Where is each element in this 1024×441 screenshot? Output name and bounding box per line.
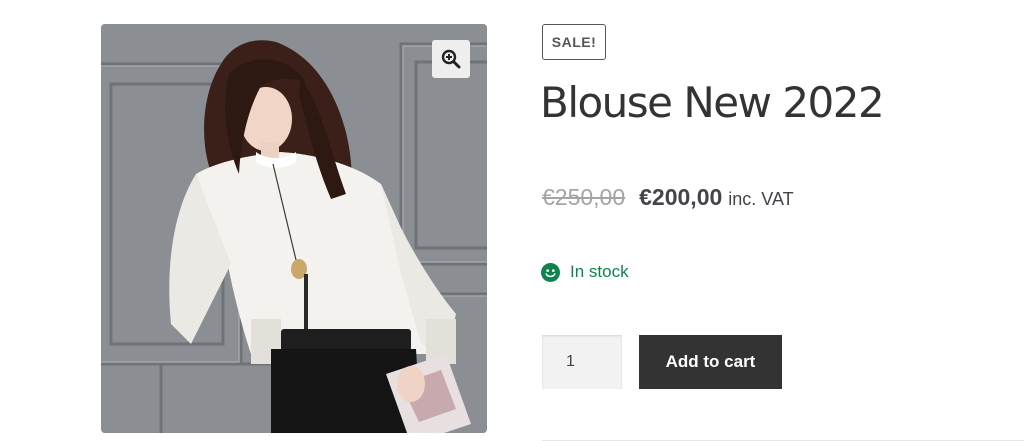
product-photo: [101, 24, 487, 433]
smiley-icon: [541, 262, 560, 282]
zoom-button[interactable]: [432, 40, 470, 78]
product-page: SALE! Blouse New 2022 €250,00 €200,00 in…: [0, 0, 1024, 441]
product-title: Blouse New 2022: [540, 78, 885, 127]
original-price: €250,00: [542, 184, 626, 210]
stock-status: In stock: [541, 262, 629, 282]
add-to-cart-button[interactable]: Add to cart: [639, 335, 782, 389]
price-suffix: inc. VAT: [728, 189, 794, 209]
product-image-gallery[interactable]: [101, 24, 487, 433]
stock-label: In stock: [570, 262, 629, 281]
product-price: €250,00 €200,00 inc. VAT: [542, 184, 794, 216]
sale-price: €200,00: [639, 184, 723, 210]
sale-badge: SALE!: [542, 24, 606, 60]
magnifier-plus-icon: [441, 49, 461, 69]
quantity-input[interactable]: [542, 335, 622, 389]
